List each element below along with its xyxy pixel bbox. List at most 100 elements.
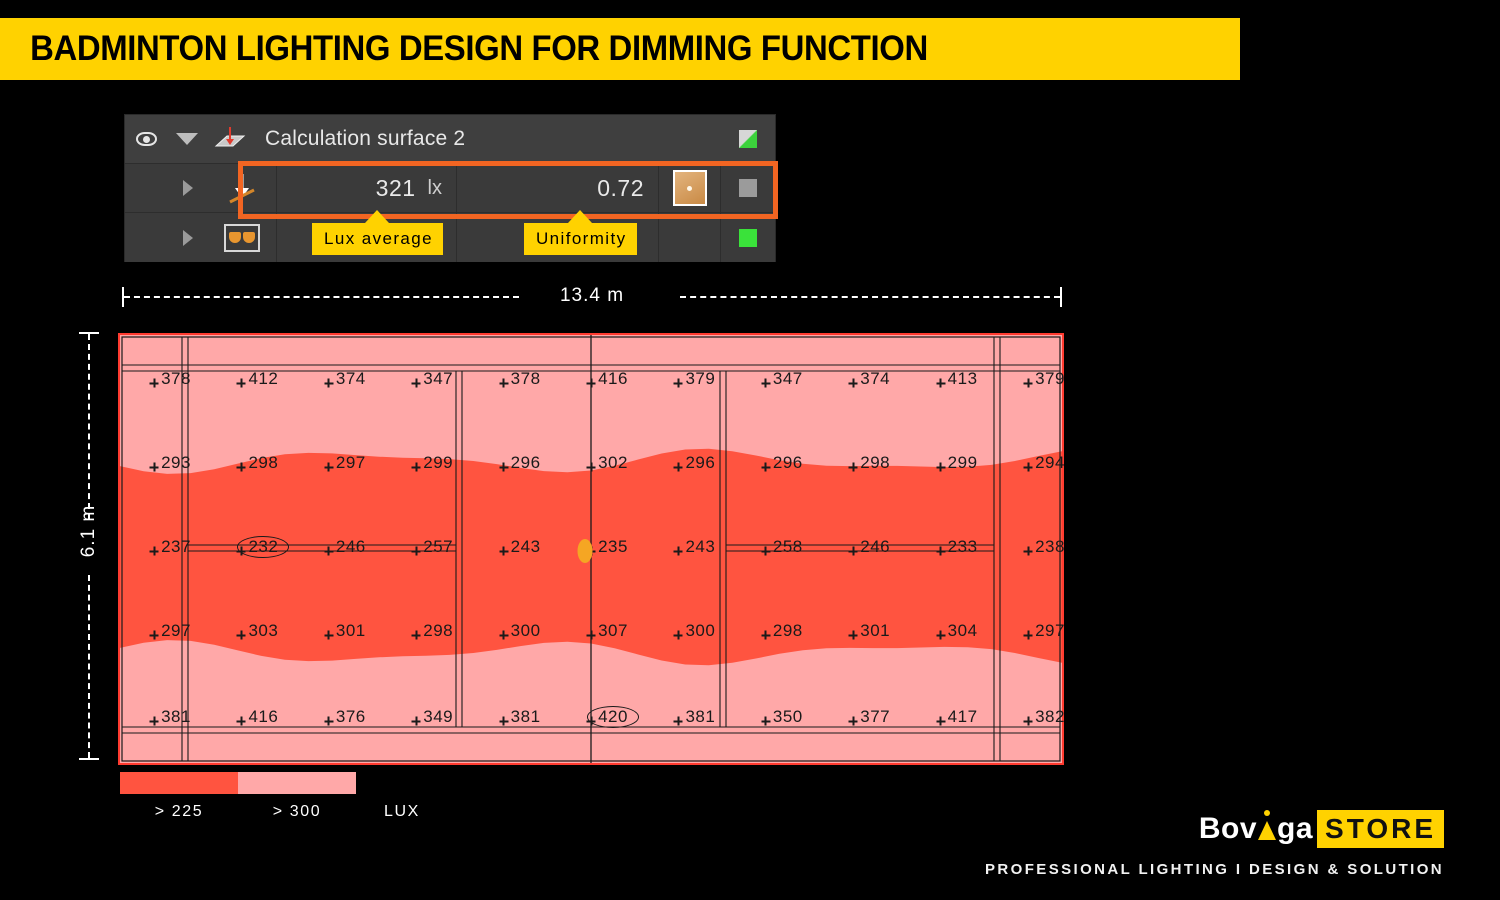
grid-point-marker xyxy=(936,716,946,726)
grid-point-marker xyxy=(673,462,683,472)
uniformity-callout: Uniformity xyxy=(524,210,637,255)
grid-point-marker xyxy=(324,546,334,556)
grid-point-marker xyxy=(149,630,159,640)
extreme-value-highlight xyxy=(237,536,290,558)
grid-point-marker xyxy=(848,462,858,472)
grid-point-marker xyxy=(149,378,159,388)
grid-value-label: 307 xyxy=(598,621,628,640)
dimension-line-bottom xyxy=(88,575,90,758)
lux-average-callout-label: Lux average xyxy=(324,229,433,248)
grid-value-label: 347 xyxy=(423,369,454,388)
brand-store-label: STORE xyxy=(1317,810,1444,848)
glasses-lens-right-icon xyxy=(242,232,255,243)
grid-point-marker xyxy=(848,546,858,556)
grid-point-marker xyxy=(586,462,596,472)
uniformity-value: 0.72 xyxy=(597,174,644,201)
grid-value-label: 246 xyxy=(335,537,366,556)
grid-point-marker xyxy=(936,630,946,640)
uniformity-value-cell: 0.72 xyxy=(457,164,659,212)
visibility-toggle[interactable] xyxy=(125,115,167,163)
grid-value-label: 297 xyxy=(161,621,191,640)
grid-point-marker xyxy=(586,630,596,640)
illuminance-false-color-plot[interactable]: 378 412 374 347 378 416 379 347 374 413 379 293 298 2… xyxy=(118,333,1064,765)
grid-point-marker xyxy=(324,378,334,388)
grid-value-label: 378 xyxy=(510,369,541,388)
expand-toggle[interactable] xyxy=(167,115,207,163)
grid-point-marker xyxy=(499,630,509,640)
grid-value-label: 382 xyxy=(1035,707,1065,726)
surface-icon-cell xyxy=(207,115,253,163)
legend: > 225 > 300 LUX xyxy=(120,772,420,821)
grid-point-marker xyxy=(761,462,771,472)
grid-value-label: 258 xyxy=(772,537,803,556)
grid-point-marker xyxy=(149,716,159,726)
row-expand-arrow-2[interactable] xyxy=(125,213,207,262)
surface-name-cell[interactable]: Calculation surface 2 xyxy=(253,115,721,163)
falsecolor-thumbnail[interactable] xyxy=(659,164,721,212)
grid-value-label: 296 xyxy=(772,453,803,472)
extreme-value-highlight xyxy=(587,706,639,728)
grid-value-label: 377 xyxy=(860,707,891,726)
width-dimension-label: 13.4 m xyxy=(559,285,625,306)
row-expand-arrow-1[interactable] xyxy=(125,164,207,212)
grid-point-marker xyxy=(499,462,509,472)
grey-swatch-icon xyxy=(739,179,757,197)
perpendicular-illuminance-icon-cell xyxy=(207,164,277,212)
calculation-surface-panel: Calculation surface 2 321 lx 0.72 xyxy=(124,114,776,262)
grid-value-label: 297 xyxy=(1035,621,1065,640)
grid-point-marker xyxy=(324,630,334,640)
grid-point-marker xyxy=(411,716,421,726)
grid-point-marker xyxy=(149,462,159,472)
grid-point-marker xyxy=(761,630,771,640)
grid-point-marker xyxy=(236,630,246,640)
grid-point-marker xyxy=(411,546,421,556)
grid-value-label: 350 xyxy=(772,707,803,726)
width-dimension: 13.4 m xyxy=(120,285,1064,309)
grid-value-label: 412 xyxy=(248,369,279,388)
grid-value-label: 379 xyxy=(1035,369,1065,388)
row-color-swatch-2[interactable] xyxy=(721,213,775,262)
grid-value-label: 416 xyxy=(248,707,279,726)
grid-value-label: 381 xyxy=(161,707,191,726)
grid-point-marker xyxy=(236,378,246,388)
grid-value-label: 378 xyxy=(161,369,191,388)
dimension-cap-bottom xyxy=(79,758,99,760)
grid-point-marker xyxy=(673,630,683,640)
grid-value-label: 233 xyxy=(947,537,978,556)
grid-value-label: 293 xyxy=(161,453,191,472)
grid-value-label: 297 xyxy=(335,453,366,472)
slide-root: BADMINTON LIGHTING DESIGN FOR DIMMING FU… xyxy=(0,0,1500,900)
grid-value-label: 246 xyxy=(860,537,891,556)
illuminance-result-row: 321 lx 0.72 xyxy=(125,164,775,213)
grid-value-label: 300 xyxy=(685,621,716,640)
grid-value-label: 304 xyxy=(947,621,978,640)
grid-value-label: 374 xyxy=(860,369,891,388)
legend-threshold-label: > 300 xyxy=(272,803,322,820)
grid-point-marker xyxy=(499,546,509,556)
grid-point-marker xyxy=(1023,546,1033,556)
lux-average-callout: Lux average xyxy=(312,210,443,255)
surface-preview-icon xyxy=(672,170,707,206)
grid-value-label: 299 xyxy=(947,453,978,472)
grid-point-marker xyxy=(1023,630,1033,640)
grid-value-label: 243 xyxy=(510,537,541,556)
glare-thumbnail-cell xyxy=(659,213,721,262)
grid-point-marker xyxy=(324,462,334,472)
grid-point-marker xyxy=(499,378,509,388)
grid-value-label: 296 xyxy=(685,453,716,472)
height-dimension-label: 6.1 m xyxy=(78,504,99,558)
grid-point-marker xyxy=(761,378,771,388)
grid-point-marker xyxy=(673,546,683,556)
brand-name-part1: Bov xyxy=(1198,812,1258,845)
height-dimension: 6.1 m xyxy=(76,330,102,762)
grid-value-label: 294 xyxy=(1035,453,1065,472)
lux-average-value-cell: 321 lx xyxy=(277,164,457,212)
lux-unit-label: lx xyxy=(427,176,442,199)
row-color-swatch-1[interactable] xyxy=(721,164,775,212)
header-color-swatch[interactable] xyxy=(721,115,775,163)
grid-value-label: 298 xyxy=(248,453,279,472)
grid-value-label: 374 xyxy=(335,369,366,388)
chevron-right-icon xyxy=(183,229,193,246)
grid-point-marker xyxy=(761,546,771,556)
lamp-icon xyxy=(1258,810,1277,840)
